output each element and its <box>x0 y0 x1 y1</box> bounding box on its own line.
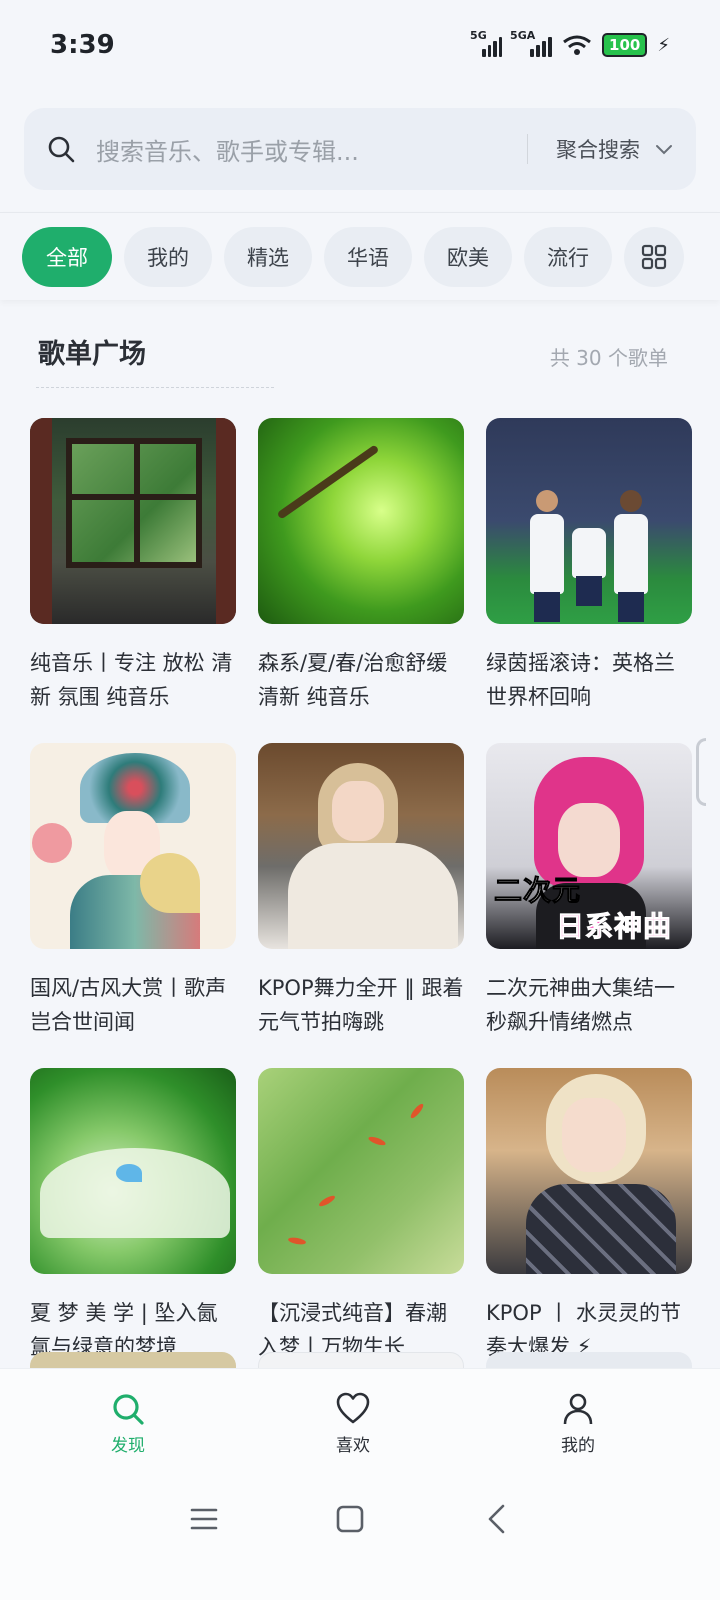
search-bar[interactable]: 搜索音乐、歌手或专辑... 聚合搜索 <box>24 108 696 190</box>
playlist-title[interactable]: KPOP舞力全开 ‖ 跟着元气节拍嗨跳 <box>258 971 464 1039</box>
signal-label: 5GA <box>510 29 536 42</box>
chip-featured[interactable]: 精选 <box>224 227 312 287</box>
signal-label: 5G <box>470 29 487 42</box>
playlist-count: 共 30 个歌单 <box>549 346 668 370</box>
playlist-card[interactable]: 二次元 日系神曲 二次元神曲大集结一秒飙升情绪燃点 <box>486 743 692 1039</box>
battery-indicator: 100 <box>602 33 648 57</box>
playlist-cover[interactable]: 二次元 日系神曲 <box>486 743 692 949</box>
chip-all[interactable]: 全部 <box>22 227 112 287</box>
signal-icon: 5G <box>470 29 503 57</box>
nav-label: 发现 <box>111 1436 145 1456</box>
playlist-title[interactable]: 森系/夏/春/治愈舒缓 清新 纯音乐 <box>258 646 464 714</box>
section-title: 歌单广场 <box>38 339 146 370</box>
search-divider <box>527 134 528 164</box>
nav-label: 喜欢 <box>336 1436 370 1456</box>
edge-swipe-handle[interactable] <box>696 738 706 806</box>
playlist-cover[interactable] <box>258 743 464 949</box>
grid-icon <box>641 244 667 270</box>
playlist-title[interactable]: 国风/古风大赏丨歌声岂合世间闻 <box>30 971 236 1039</box>
playlist-cover[interactable] <box>258 418 464 624</box>
cover-text: 二次元 <box>493 874 582 908</box>
playlist-card[interactable]: 【沉浸式纯音】春潮入梦丨万物生长 <box>258 1068 464 1364</box>
playlist-card[interactable]: KPOP 丨 水灵灵的节奏大爆发 ⚡ <box>486 1068 692 1364</box>
nav-label: 我的 <box>561 1436 595 1456</box>
chip-chinese[interactable]: 华语 <box>324 227 412 287</box>
chip-mine[interactable]: 我的 <box>124 227 212 287</box>
playlist-title[interactable]: 纯音乐丨专注 放松 清新 氛围 纯音乐 <box>30 646 236 714</box>
playlist-card[interactable]: 国风/古风大赏丨歌声岂合世间闻 <box>30 743 236 1039</box>
playlist-grid: 纯音乐丨专注 放松 清新 氛围 纯音乐 森系/夏/春/治愈舒缓 清新 纯音乐 绿… <box>30 418 692 1364</box>
playlist-card[interactable]: 绿茵摇滚诗：英格兰世界杯回响 <box>486 418 692 714</box>
category-bar: 全部 我的 精选 华语 欧美 流行 <box>0 212 720 300</box>
search-icon <box>48 136 75 163</box>
playlist-card[interactable]: 森系/夏/春/治愈舒缓 清新 纯音乐 <box>258 418 464 714</box>
system-nav-bar <box>0 1499 720 1549</box>
nav-mine[interactable]: 我的 <box>518 1391 638 1456</box>
playlist-cover[interactable] <box>486 1068 692 1274</box>
all-categories-button[interactable] <box>624 227 684 287</box>
cover-text: 日系神曲 <box>555 910 673 944</box>
status-time: 3:39 <box>50 30 115 60</box>
menu-icon[interactable] <box>184 1499 224 1539</box>
playlist-title[interactable]: 二次元神曲大集结一秒飙升情绪燃点 <box>486 971 692 1039</box>
status-icons: 5G 5GA 100 ⚡ <box>470 29 670 57</box>
user-icon <box>563 1393 593 1425</box>
heart-icon <box>336 1392 370 1424</box>
bottom-nav: 发现 喜欢 我的 <box>0 1368 720 1600</box>
playlist-card[interactable]: 纯音乐丨专注 放松 清新 氛围 纯音乐 <box>30 418 236 714</box>
nav-like[interactable]: 喜欢 <box>293 1391 413 1456</box>
home-icon[interactable] <box>330 1499 370 1539</box>
status-bar: 3:39 5G 5GA 100 ⚡ <box>0 0 720 90</box>
chevron-down-icon[interactable] <box>654 139 674 159</box>
playlist-cover[interactable] <box>30 743 236 949</box>
category-chips: 全部 我的 精选 华语 欧美 流行 <box>22 227 612 287</box>
search-icon <box>113 1394 144 1425</box>
playlist-card[interactable]: 夏 梦 美 学 | 坠入氤氲与绿意的梦境 <box>30 1068 236 1364</box>
playlist-cover[interactable] <box>486 418 692 624</box>
search-input[interactable]: 搜索音乐、歌手或专辑... <box>96 132 499 167</box>
search-mode-select[interactable]: 聚合搜索 <box>556 134 640 164</box>
nav-discover[interactable]: 发现 <box>68 1391 188 1456</box>
playlist-cover[interactable] <box>258 1068 464 1274</box>
back-icon[interactable] <box>478 1499 518 1539</box>
signal-icon: 5GA <box>510 29 553 57</box>
wifi-icon <box>563 35 591 55</box>
chip-pop[interactable]: 流行 <box>524 227 612 287</box>
playlist-cover[interactable] <box>30 1068 236 1274</box>
chip-western[interactable]: 欧美 <box>424 227 512 287</box>
playlist-card[interactable]: KPOP舞力全开 ‖ 跟着元气节拍嗨跳 <box>258 743 464 1039</box>
playlist-cover[interactable] <box>30 418 236 624</box>
charging-icon: ⚡ <box>657 34 670 56</box>
section-underline <box>36 387 274 388</box>
playlist-title[interactable]: 绿茵摇滚诗：英格兰世界杯回响 <box>486 646 692 714</box>
